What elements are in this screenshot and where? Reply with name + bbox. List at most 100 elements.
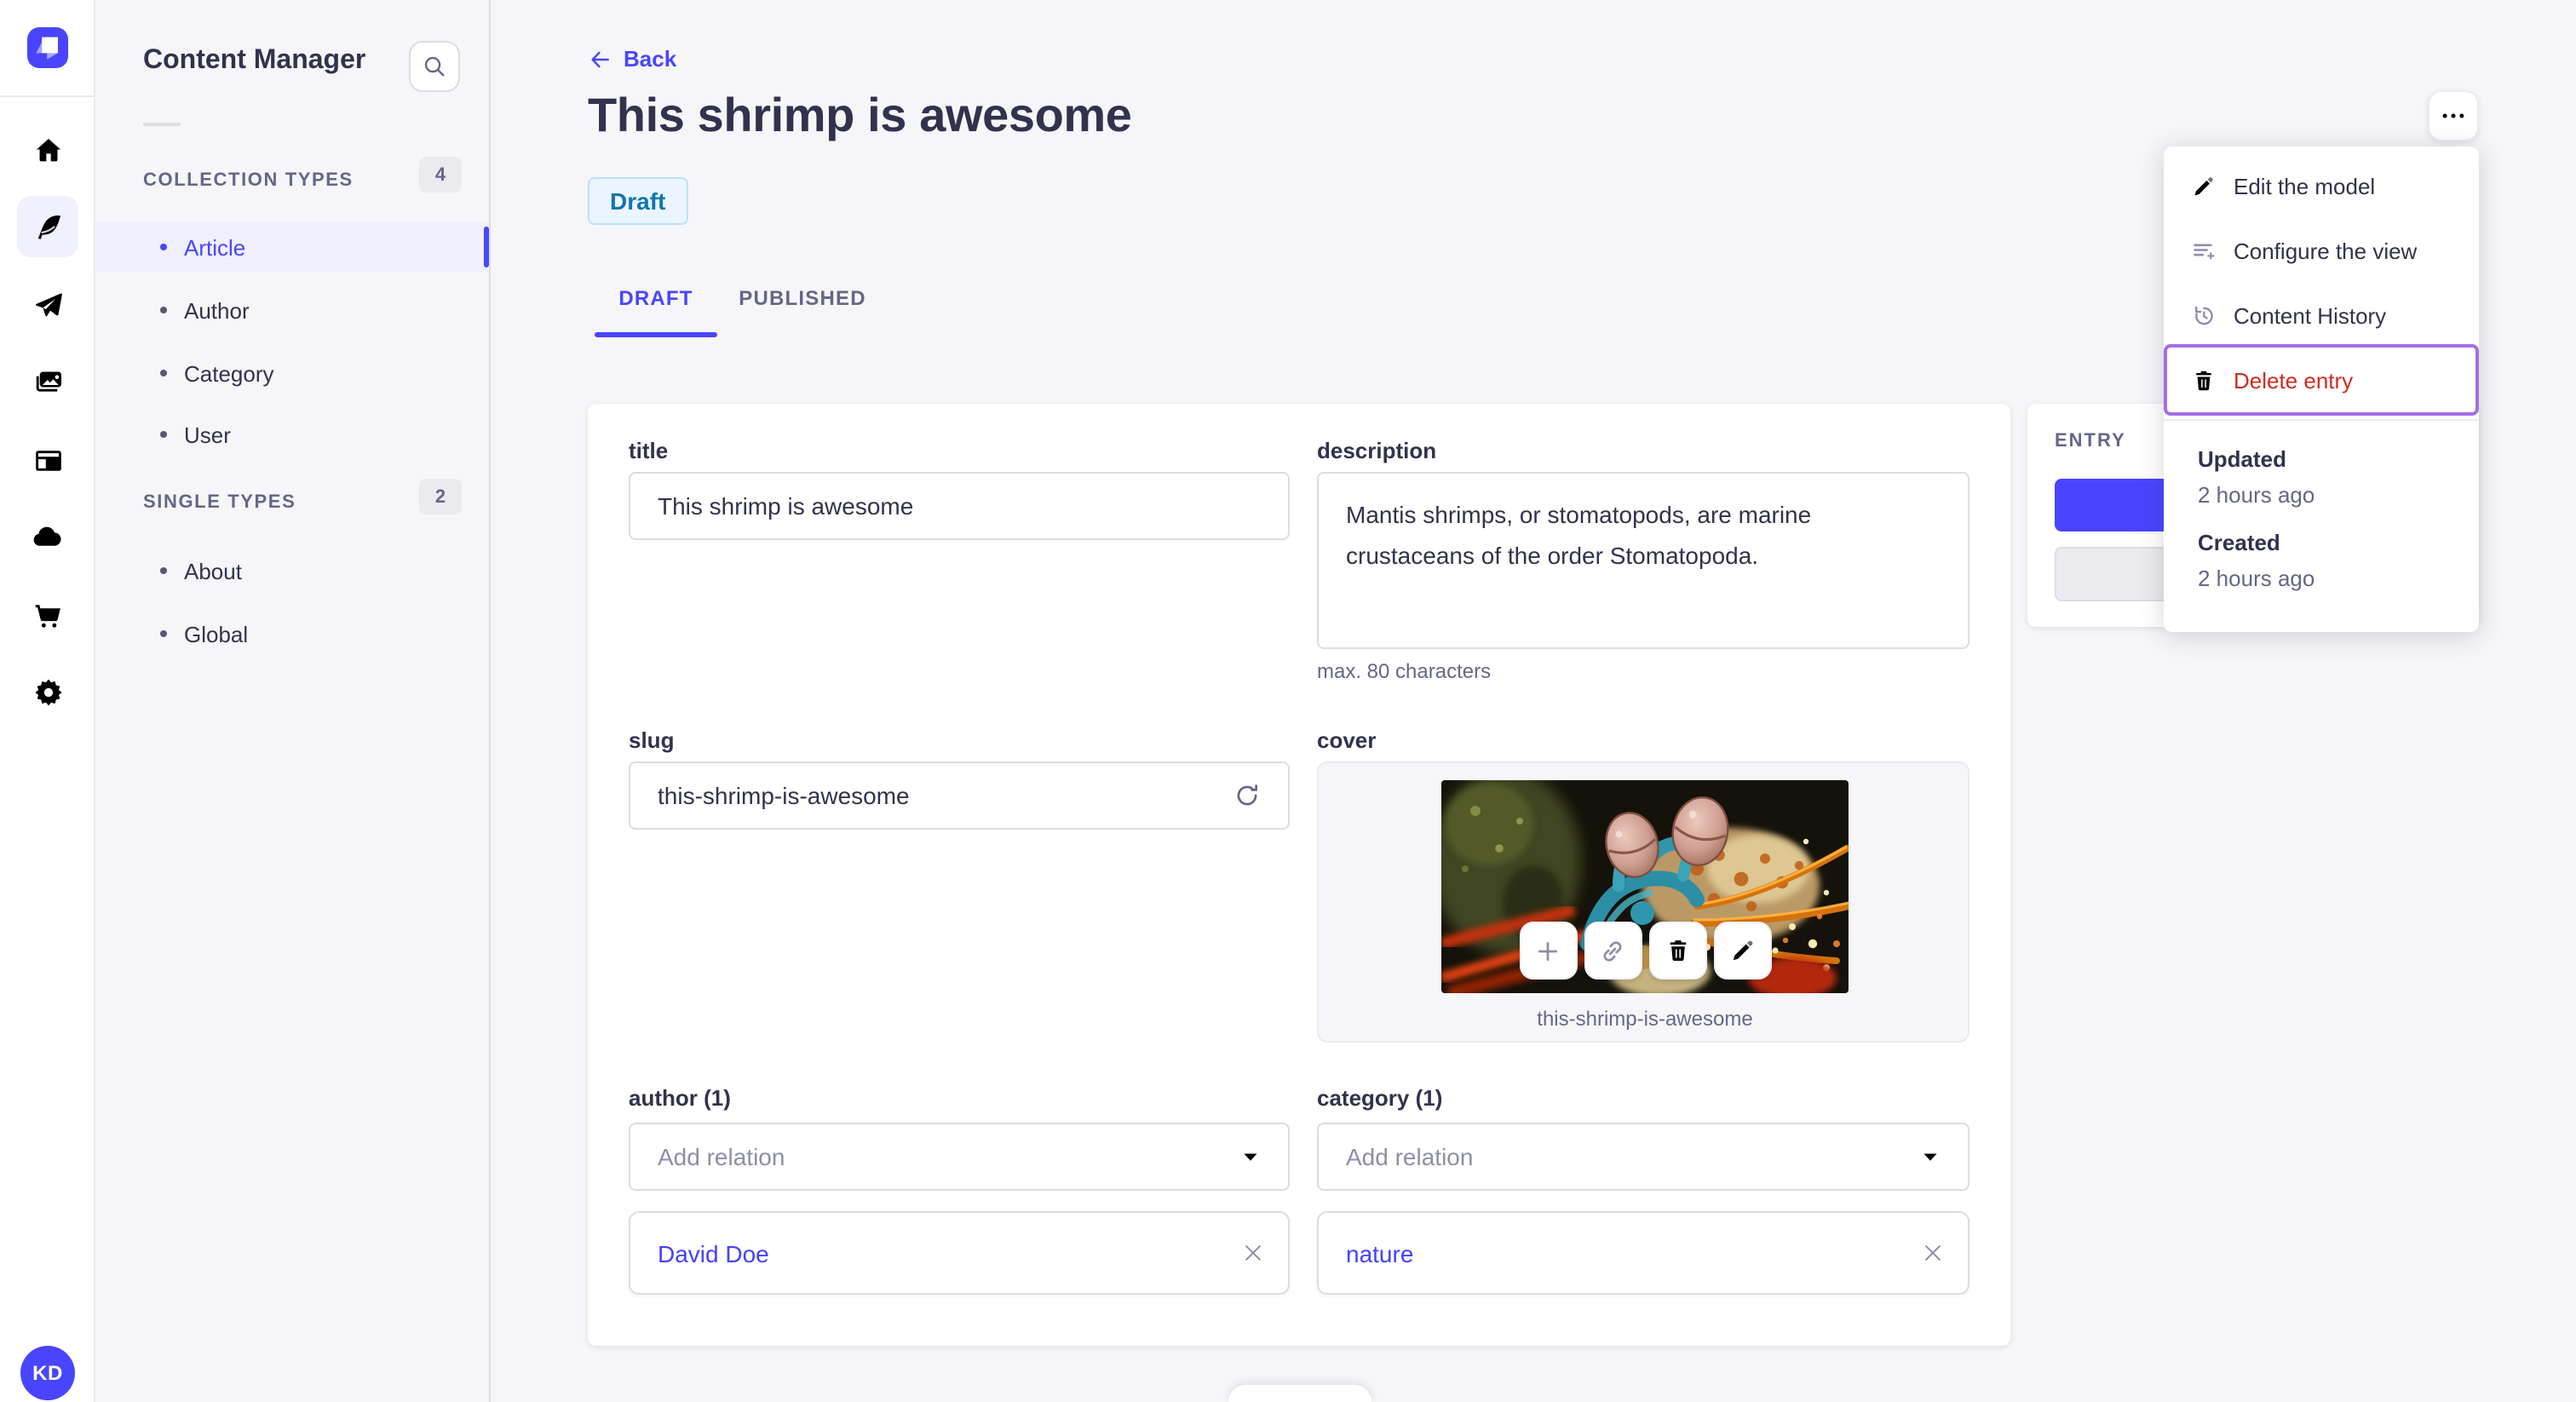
bullet-icon: [160, 431, 167, 438]
home-icon[interactable]: [17, 119, 78, 181]
category-field-label: category (1): [1317, 1085, 1443, 1111]
category-select-placeholder: Add relation: [1346, 1143, 1474, 1170]
sidebar-item-label: Global: [184, 621, 249, 646]
author-relation-item: David Doe: [629, 1211, 1290, 1295]
description-hint: max. 80 characters: [1317, 659, 1492, 683]
bullet-icon: [160, 567, 167, 574]
content-manager-subnav: Content Manager COLLECTION TYPES 4 Artic…: [95, 0, 491, 1402]
cover-filename: this-shrimp-is-awesome: [1537, 1007, 1753, 1031]
created-value: 2 hours ago: [2198, 566, 2315, 591]
menu-item-delete-entry[interactable]: Delete entry: [2164, 348, 2479, 412]
media-actions-toolbar: [1519, 922, 1771, 980]
arrow-left-icon: [588, 47, 612, 71]
paper-plane-icon[interactable]: [17, 274, 78, 336]
slug-input[interactable]: [629, 761, 1290, 830]
user-avatar[interactable]: KD: [20, 1346, 75, 1400]
copy-link-button[interactable]: [1584, 922, 1642, 980]
pencil-icon: [2191, 173, 2217, 198]
back-link[interactable]: Back: [588, 46, 676, 72]
entry-panel-label: ENTRY: [2055, 431, 2126, 451]
slug-field-label: slug: [629, 727, 675, 753]
category-relation-item: nature: [1317, 1211, 1969, 1295]
title-input[interactable]: [629, 472, 1290, 540]
list-plus-icon: [2191, 238, 2217, 263]
media-library-icon[interactable]: [17, 351, 78, 412]
created-label: Created: [2198, 530, 2280, 555]
sidebar-item-category[interactable]: Category: [95, 348, 489, 399]
subnav-title: Content Manager: [143, 46, 366, 75]
sidebar-item-label: User: [184, 422, 231, 447]
rail-divider: [0, 95, 95, 97]
trash-icon: [2191, 367, 2217, 393]
single-types-count-badge: 2: [419, 479, 462, 514]
entry-form-card: title description Mantis shrimps, or sto…: [588, 404, 2010, 1346]
menu-item-label: Edit the model: [2234, 173, 2376, 198]
sidebar-item-label: About: [184, 558, 242, 583]
strapi-logo-icon[interactable]: [27, 27, 68, 68]
remove-author-relation-icon[interactable]: [1239, 1238, 1268, 1267]
author-relation-link[interactable]: David Doe: [658, 1239, 769, 1267]
gear-icon[interactable]: [17, 661, 78, 722]
category-relation-link[interactable]: nature: [1346, 1239, 1413, 1267]
category-add-relation-select[interactable]: Add relation: [1317, 1123, 1969, 1191]
regenerate-slug-icon[interactable]: [1232, 780, 1262, 811]
sidebar-item-global[interactable]: Global: [95, 608, 489, 659]
sidebar-item-label: Author: [184, 297, 250, 323]
bullet-icon: [160, 307, 167, 313]
menu-divider: [2164, 419, 2479, 421]
sidebar-item-label: Article: [184, 234, 246, 260]
cart-icon[interactable]: [17, 584, 78, 646]
edit-media-button[interactable]: [1713, 922, 1771, 980]
content-manager-feather-icon[interactable]: [17, 196, 78, 257]
tab-draft[interactable]: DRAFT: [595, 283, 717, 313]
add-media-button[interactable]: [1519, 922, 1577, 980]
author-add-relation-select[interactable]: Add relation: [629, 1123, 1290, 1191]
status-badge: Draft: [588, 177, 688, 225]
bullet-icon: [160, 370, 167, 376]
chevron-down-icon: [1917, 1143, 1944, 1170]
description-textarea[interactable]: Mantis shrimps, or stomatopods, are mari…: [1317, 472, 1969, 649]
bullet-icon: [160, 244, 167, 250]
collection-types-count-badge: 4: [419, 157, 462, 192]
delete-media-button[interactable]: [1648, 922, 1706, 980]
active-tab-indicator: [595, 332, 717, 337]
sidebar-item-label: Category: [184, 360, 274, 386]
title-field-label: title: [629, 438, 669, 463]
section-label-single-types: SINGLE TYPES: [143, 492, 296, 513]
history-clock-icon: [2191, 302, 2217, 328]
trash-icon: [1664, 937, 1691, 964]
sidebar-item-article[interactable]: Article: [95, 221, 489, 273]
tab-published[interactable]: PUBLISHED: [731, 283, 874, 313]
menu-item-edit-the-model[interactable]: Edit the model: [2164, 153, 2479, 218]
more-options-button[interactable]: [2428, 90, 2479, 141]
cover-media-card: this-shrimp-is-awesome: [1317, 761, 1969, 1043]
cover-image: [1441, 780, 1849, 993]
updated-value: 2 hours ago: [2198, 482, 2315, 508]
more-horizontal-icon: [2438, 101, 2469, 131]
menu-item-label: Delete entry: [2234, 367, 2354, 393]
page-title: This shrimp is awesome: [588, 89, 1132, 141]
menu-item-configure-the-view[interactable]: Configure the view: [2164, 218, 2479, 283]
sidebar-item-author[interactable]: Author: [95, 284, 489, 336]
chevron-down-icon: [1237, 1143, 1264, 1170]
author-field-label: author (1): [629, 1085, 731, 1111]
cloud-icon[interactable]: [17, 506, 78, 567]
sidebar-item-user[interactable]: User: [95, 409, 489, 460]
section-label-collection-types: COLLECTION TYPES: [143, 170, 354, 191]
bottom-floating-pill[interactable]: [1228, 1385, 1371, 1402]
updated-label: Updated: [2198, 446, 2286, 472]
link-icon: [1598, 936, 1627, 965]
back-label: Back: [624, 46, 677, 72]
author-select-placeholder: Add relation: [658, 1143, 785, 1170]
search-button[interactable]: [409, 41, 460, 92]
layout-icon[interactable]: [17, 429, 78, 491]
icon-rail: KD: [0, 0, 95, 1402]
pencil-icon: [1728, 937, 1756, 964]
sidebar-item-about[interactable]: About: [95, 545, 489, 596]
remove-category-relation-icon[interactable]: [1918, 1238, 1947, 1267]
cover-field-label: cover: [1317, 727, 1377, 753]
menu-item-content-history[interactable]: Content History: [2164, 283, 2479, 348]
menu-item-label: Content History: [2234, 302, 2387, 328]
subnav-divider: [143, 123, 181, 126]
app-root: KD Content Manager COLLECTION TYPES 4 Ar…: [0, 0, 2576, 1402]
